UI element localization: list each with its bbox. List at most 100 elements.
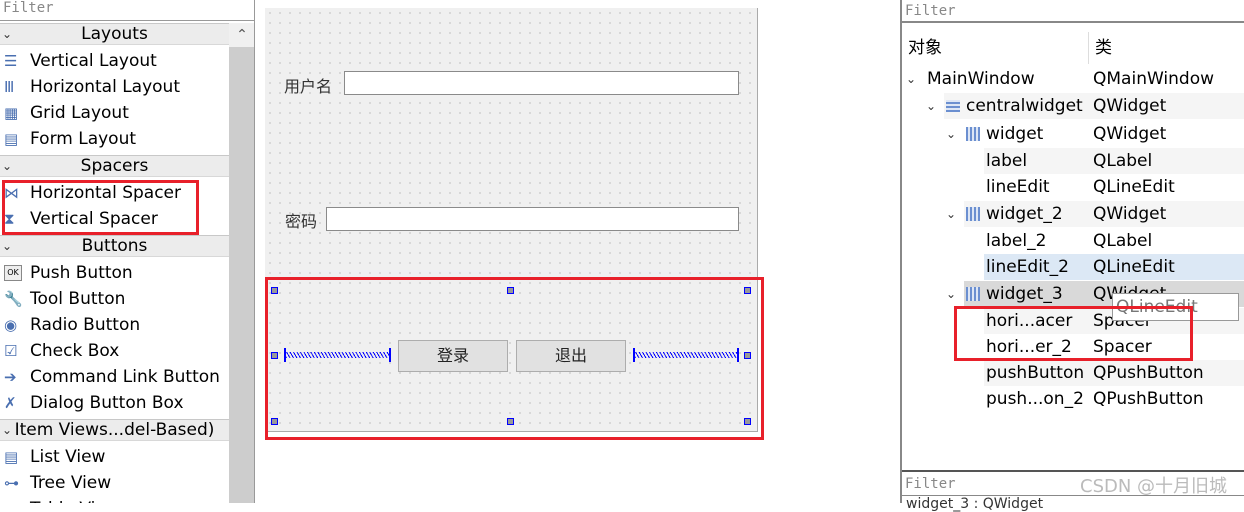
tree-row[interactable]: ⌄ widget_2 QWidget [902, 201, 1244, 227]
object-name: label [986, 151, 1028, 171]
widget-item[interactable]: ▦Table View [0, 496, 229, 503]
highlight-box [265, 277, 764, 440]
widget-item-label: Vertical Layout [30, 51, 157, 71]
widget-item[interactable]: ➔ Command Link Button [0, 364, 229, 390]
chevron-down-icon[interactable]: ⌄ [906, 66, 916, 92]
widget-item-label: Tree View [30, 473, 112, 493]
tree-row[interactable]: label QLabel [902, 148, 1244, 174]
object-name: MainWindow [927, 69, 1035, 89]
radio-button-icon: ◉ [4, 316, 18, 334]
widget-item-label: Tool Button [30, 289, 126, 309]
category-header[interactable]: ⌄ Buttons [0, 235, 229, 257]
object-class: QPushButton [1093, 389, 1204, 409]
chevron-down-icon[interactable]: ⌄ [946, 201, 956, 227]
object-name: widget_3 [986, 284, 1063, 304]
tree-row[interactable]: push...on_2 QPushButton [902, 386, 1244, 412]
tree-row[interactable]: ⌄ widget QWidget [902, 121, 1244, 147]
widget-item[interactable]: ◉ Radio Button [0, 312, 229, 338]
column-header-class[interactable]: 类 [1095, 30, 1112, 66]
category-header[interactable]: ⌄ Layouts [0, 23, 229, 45]
widget-item-label: Table View [30, 499, 120, 503]
chevron-down-icon[interactable]: ⌄ [926, 93, 936, 119]
object-class: QLineEdit [1093, 257, 1175, 277]
category-label: Buttons [81, 236, 148, 256]
chevron-down-icon: ⌄ [2, 27, 13, 41]
scrollbar[interactable] [229, 23, 254, 503]
category-header[interactable]: ⌄ Item Views...del-Based) [0, 419, 229, 441]
widget-item[interactable]: ▤ Form Layout [0, 126, 229, 152]
grid-layout-icon: ▦ [4, 104, 19, 122]
object-name: pushButton [986, 363, 1085, 383]
command-link-icon: ➔ [4, 368, 17, 386]
tree-row[interactable]: label_2 QLabel [902, 228, 1244, 254]
tree-row[interactable]: ⌄ centralwidget QWidget [902, 93, 1244, 119]
widget-item-label: Grid Layout [30, 103, 129, 123]
object-name: widget_2 [986, 204, 1063, 224]
widget-item[interactable]: ▤ List View [0, 444, 229, 470]
widget-item[interactable]: OK Push Button [0, 260, 229, 286]
object-name: push...on_2 [986, 389, 1084, 409]
list-view-icon: ▤ [4, 448, 19, 466]
chevron-down-icon: ⌄ [2, 423, 13, 437]
object-name: widget [986, 124, 1044, 144]
tree-row[interactable]: pushButton QPushButton [902, 360, 1244, 386]
dialog-button-box-icon: ✗ [4, 394, 17, 412]
widget-item[interactable]: ⊶ Tree View [0, 470, 229, 496]
object-class: QWidget [1093, 204, 1167, 224]
object-name: centralwidget [966, 96, 1083, 116]
check-box-icon: ☑ [4, 342, 18, 360]
object-filter-input[interactable]: Filter [902, 0, 1244, 23]
widget-item[interactable]: 🔧 Tool Button [0, 286, 229, 312]
property-object-label: widget_3 : QWidget [906, 496, 1044, 512]
widget-item-label: Check Box [30, 341, 120, 361]
object-class: QLabel [1093, 231, 1153, 251]
widget-filter-input[interactable]: Filter [0, 0, 254, 21]
username-input[interactable] [344, 71, 739, 95]
password-input[interactable] [326, 207, 739, 231]
object-class: QMainWindow [1093, 69, 1214, 89]
category-label: Layouts [81, 24, 148, 44]
tree-row[interactable]: lineEdit_2 QLineEdit [902, 254, 1244, 280]
inspector-header: 对象 类 [902, 30, 1244, 66]
tree-row[interactable]: ⌄ MainWindow QMainWindow [902, 66, 1244, 92]
widget-item-label: Dialog Button Box [30, 393, 184, 413]
widget-item[interactable]: ✗ Dialog Button Box [0, 390, 229, 416]
object-class: QPushButton [1093, 363, 1204, 383]
vertical-layout-icon: ☰ [4, 52, 18, 70]
scroll-up-icon[interactable]: ⌃ [229, 23, 254, 47]
widget-item[interactable]: ☰ Vertical Layout [0, 48, 229, 74]
widget-item-label: Form Layout [30, 129, 137, 149]
tree-view-icon: ⊶ [4, 474, 19, 492]
chevron-down-icon[interactable]: ⌄ [946, 121, 956, 147]
username-label: 用户名 [284, 77, 333, 96]
category-label: Spacers [80, 156, 149, 176]
object-class: QLabel [1093, 151, 1153, 171]
object-name: label_2 [986, 231, 1047, 251]
password-label: 密码 [285, 212, 318, 231]
category-label: Item Views...del-Based) [14, 420, 215, 440]
horizontal-layout-icon [966, 207, 980, 221]
chevron-down-icon: ⌄ [2, 159, 13, 173]
widget-item[interactable]: ☑ Check Box [0, 338, 229, 364]
widget-item-label: Push Button [30, 263, 133, 283]
object-name: lineEdit_2 [986, 257, 1069, 277]
highlight-box [954, 306, 1193, 361]
widget-item-label: Command Link Button [30, 367, 220, 387]
watermark: CSDN @十月旧城 [1080, 476, 1228, 497]
horizontal-layout-icon [966, 287, 980, 301]
widget-box-panel: Filter ⌄ Layouts ☰ Vertical Layout Ⅲ Horizont… [0, 0, 255, 503]
widget-item[interactable]: ▦ Grid Layout [0, 100, 229, 126]
vertical-layout-icon [946, 100, 960, 112]
object-inspector-panel: Filter 对象 类 ⌄ MainWindow QMainWindow ⌄ centr… [900, 0, 1244, 512]
object-name: lineEdit [986, 177, 1050, 197]
tool-button-icon: 🔧 [4, 290, 23, 308]
column-header-object[interactable]: 对象 [908, 30, 942, 66]
widget-item-label: List View [30, 447, 106, 467]
horizontal-layout-icon [966, 127, 980, 141]
tree-row[interactable]: lineEdit QLineEdit [902, 174, 1244, 200]
chevron-down-icon[interactable]: ⌄ [946, 281, 956, 307]
category-header[interactable]: ⌄ Spacers [0, 155, 229, 177]
widget-item[interactable]: Ⅲ Horizontal Layout [0, 74, 229, 100]
object-class: QWidget [1093, 124, 1167, 144]
push-button-icon: OK [4, 265, 22, 281]
